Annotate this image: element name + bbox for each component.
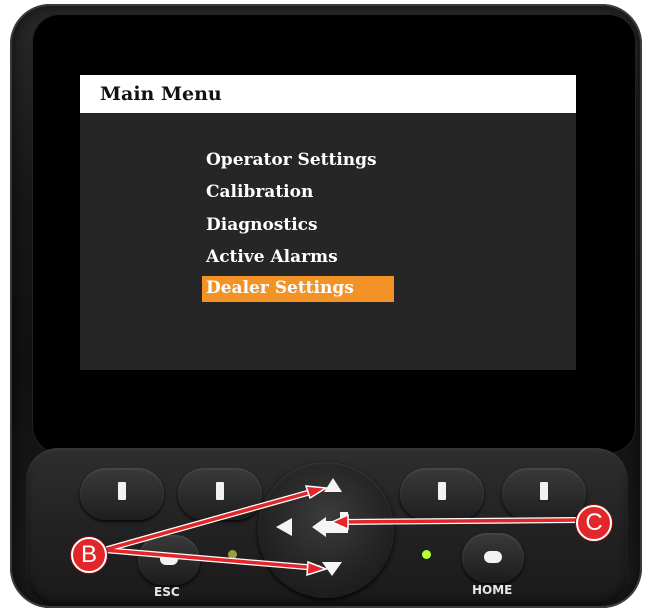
menu-header: Main Menu bbox=[80, 75, 576, 113]
navigation-pad[interactable] bbox=[258, 462, 394, 598]
softkey-3-icon bbox=[438, 482, 446, 500]
esc-icon bbox=[160, 553, 178, 565]
menu-item-dealer-settings[interactable]: Dealer Settings bbox=[202, 276, 394, 302]
menu-item-active-alarms[interactable]: Active Alarms bbox=[206, 245, 342, 271]
status-led-left bbox=[228, 550, 237, 559]
callout-b-badge: B bbox=[71, 537, 107, 573]
softkey-2-icon bbox=[216, 482, 224, 500]
softkey-4-icon bbox=[540, 482, 548, 500]
softkey-2-button[interactable] bbox=[178, 468, 262, 520]
lcd-screen: Main Menu Operator Settings Calibration … bbox=[80, 75, 576, 370]
softkey-1-icon bbox=[118, 482, 126, 500]
device-photo: Main Menu Operator Settings Calibration … bbox=[0, 0, 649, 610]
softkey-4-button[interactable] bbox=[502, 468, 586, 520]
home-icon bbox=[484, 551, 502, 563]
status-led-right bbox=[422, 550, 431, 559]
esc-label: ESC bbox=[154, 585, 180, 599]
menu-item-diagnostics[interactable]: Diagnostics bbox=[206, 213, 322, 239]
softkey-1-button[interactable] bbox=[80, 468, 164, 520]
menu-item-operator-settings[interactable]: Operator Settings bbox=[206, 148, 381, 174]
callout-c-badge: C bbox=[576, 505, 612, 541]
softkey-3-button[interactable] bbox=[400, 468, 484, 520]
page-title: Main Menu bbox=[100, 83, 222, 105]
menu-item-calibration[interactable]: Calibration bbox=[206, 180, 317, 206]
home-label: HOME bbox=[472, 583, 513, 597]
home-button[interactable] bbox=[462, 533, 524, 583]
esc-button[interactable] bbox=[138, 535, 200, 585]
